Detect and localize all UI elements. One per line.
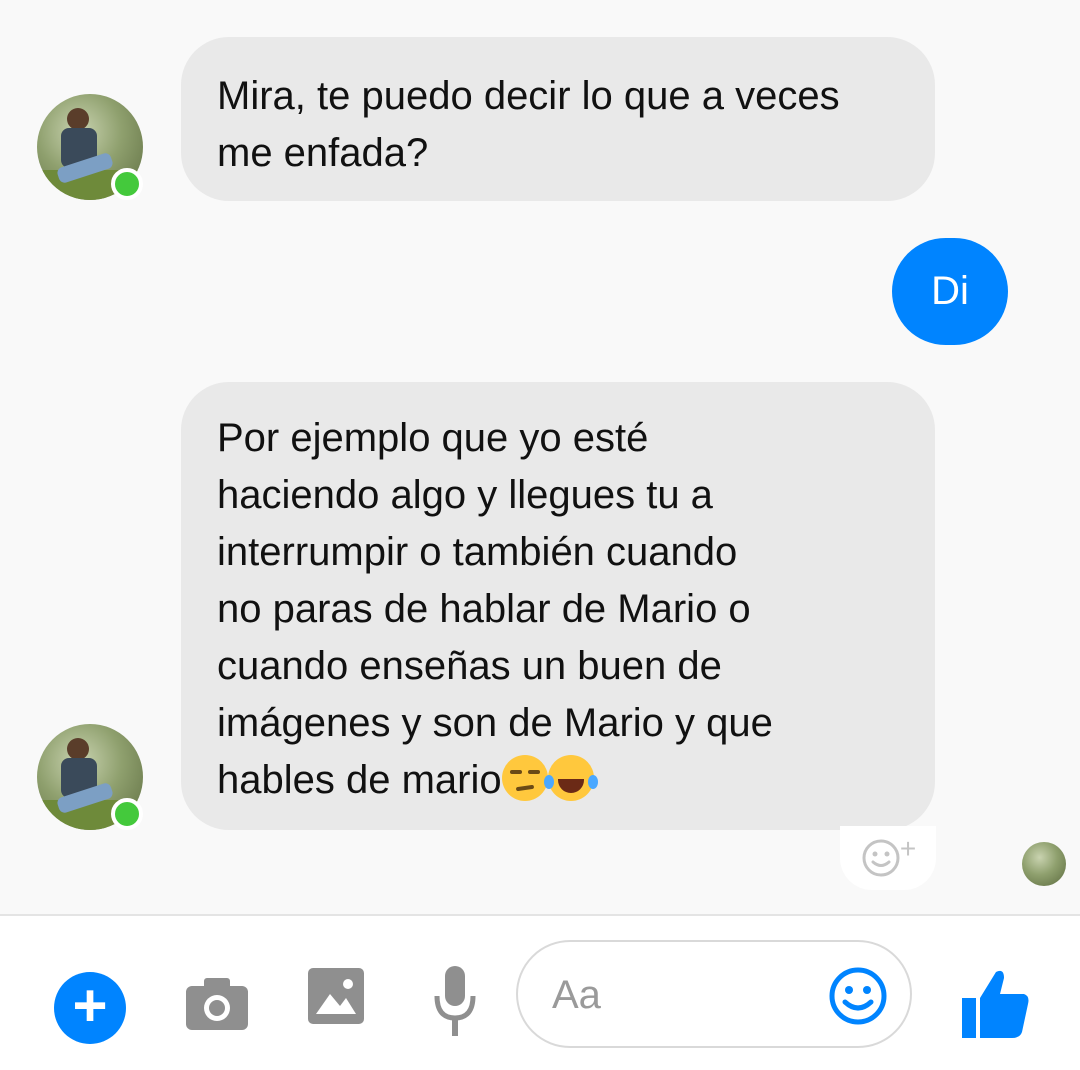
conversation-view: Mira, te puedo decir lo que a veces me e… bbox=[0, 0, 1080, 914]
tears-of-joy-emoji-icon bbox=[543, 755, 598, 801]
seen-receipt-avatar bbox=[1022, 842, 1066, 886]
message-line: imágenes y son de Mario y que bbox=[217, 701, 773, 745]
add-reaction-icon bbox=[862, 839, 900, 877]
message-line: cuando enseñas un buen de bbox=[217, 644, 722, 688]
plus-icon: + bbox=[899, 833, 917, 864]
message-text: hables de mario bbox=[217, 758, 502, 802]
image-icon[interactable] bbox=[308, 968, 364, 1024]
emoji-icon[interactable] bbox=[828, 966, 888, 1026]
unamused-face-emoji-icon bbox=[501, 755, 548, 801]
message-text: Mira, te puedo decir lo que a veces me e… bbox=[217, 74, 840, 175]
message-line: no paras de hablar de Mario o bbox=[217, 587, 751, 631]
message-composer: + bbox=[0, 914, 1080, 1070]
microphone-icon[interactable] bbox=[433, 966, 477, 1038]
camera-icon[interactable] bbox=[186, 978, 248, 1030]
message-line-last: hables de mario bbox=[217, 752, 899, 809]
online-status-indicator bbox=[111, 798, 143, 830]
online-status-indicator bbox=[111, 168, 143, 200]
message-input[interactable] bbox=[552, 968, 812, 1022]
message-text: Di bbox=[931, 269, 969, 313]
incoming-message-bubble[interactable]: Mira, te puedo decir lo que a veces me e… bbox=[181, 37, 935, 201]
more-actions-button[interactable]: + bbox=[54, 972, 126, 1044]
message-line: haciendo algo y llegues tu a bbox=[217, 473, 713, 517]
thumbs-up-icon[interactable] bbox=[962, 968, 1030, 1040]
message-input-container[interactable] bbox=[516, 940, 912, 1048]
plus-icon: + bbox=[72, 972, 108, 1039]
outgoing-message-bubble[interactable]: Di bbox=[892, 238, 1008, 345]
message-line: interrumpir o también cuando bbox=[217, 530, 738, 574]
incoming-message-bubble[interactable]: Por ejemplo que yo esté haciendo algo y … bbox=[181, 382, 935, 830]
message-line: Por ejemplo que yo esté bbox=[217, 416, 649, 460]
add-reaction-button[interactable]: + bbox=[840, 826, 936, 890]
